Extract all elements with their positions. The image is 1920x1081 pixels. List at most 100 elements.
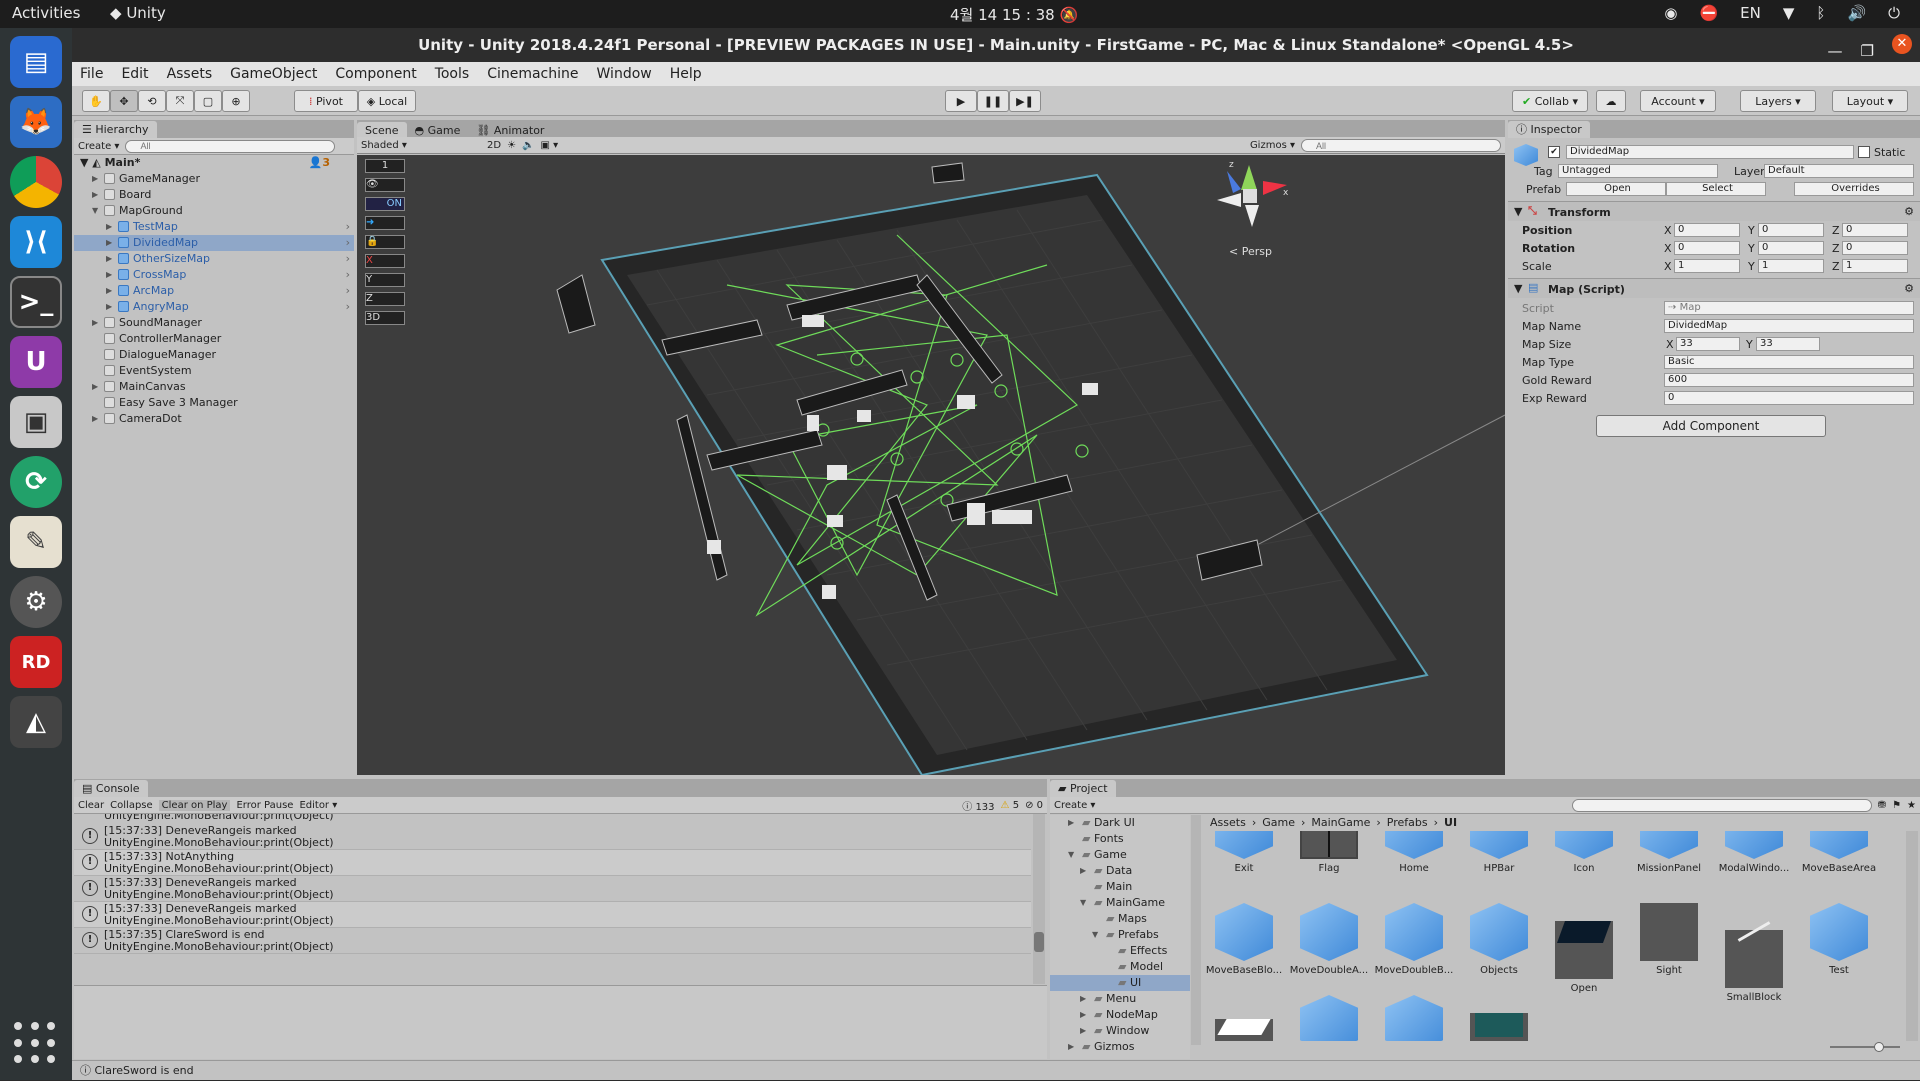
menu-window[interactable]: Window	[597, 66, 652, 82]
hierarchy-item[interactable]: ▶Board	[74, 187, 354, 203]
update-icon[interactable]: ⟳	[10, 456, 62, 508]
active-checkbox[interactable]: ✔	[1548, 146, 1560, 158]
scl-y-field[interactable]: 1	[1758, 259, 1824, 273]
warning-count[interactable]: ⚠ 5	[1001, 800, 1020, 811]
map-size-x-field[interactable]: 33	[1676, 337, 1740, 351]
asset-item[interactable]	[1374, 995, 1454, 1041]
breadcrumb-ui[interactable]: UI	[1444, 816, 1457, 830]
hierarchy-item[interactable]: ▶SoundManager	[74, 315, 354, 331]
project-folder[interactable]: ▶▰ Dark UI	[1050, 815, 1190, 831]
collapsed-arrow-icon[interactable]: ▶	[1080, 1007, 1090, 1023]
expanded-arrow-icon[interactable]: ▼	[1080, 895, 1090, 911]
effects-icon[interactable]: ▣ ▾	[540, 140, 558, 151]
toggle-2d-button[interactable]: 2D	[487, 140, 501, 151]
filter-icon[interactable]: ⛃	[1878, 800, 1886, 811]
component-settings-icon[interactable]: ⚙	[1904, 282, 1914, 295]
gold-reward-field[interactable]: 600	[1664, 373, 1914, 387]
screenshot-icon[interactable]: ▣	[10, 396, 62, 448]
close-icon[interactable]: ✕	[1892, 34, 1912, 54]
project-folder[interactable]: ▰ Effects	[1050, 943, 1190, 959]
error-pause-button[interactable]: Error Pause	[236, 800, 293, 811]
toggle-3d-button[interactable]: 3D	[365, 311, 405, 325]
y-axis-toggle[interactable]: Y	[365, 273, 405, 287]
asset-item[interactable]: SmallBlock	[1714, 903, 1794, 1003]
scene-search-input[interactable]	[1301, 139, 1501, 152]
breadcrumb-assets[interactable]: Assets	[1210, 816, 1246, 830]
rider-icon[interactable]: RD	[10, 636, 62, 688]
project-folder[interactable]: ▶▰ Window	[1050, 1023, 1190, 1039]
status-red-icon[interactable]: ⛔	[1699, 4, 1718, 22]
on-toggle[interactable]: ON	[365, 197, 405, 211]
console-log-row[interactable]: ![15:37:33] NotAnythingUnityEngine.MonoB…	[74, 850, 1031, 876]
collapsed-arrow-icon[interactable]: ▶	[92, 411, 102, 427]
console-log-row[interactable]: ![15:37:35] ClareSword is endUnityEngine…	[74, 928, 1031, 954]
shading-dropdown[interactable]: Shaded ▾	[361, 140, 481, 151]
collapsed-arrow-icon[interactable]: ▶	[92, 379, 102, 395]
menu-gameobject[interactable]: GameObject	[230, 66, 317, 82]
collapsed-arrow-icon[interactable]: ▶	[1080, 863, 1090, 879]
static-checkbox[interactable]	[1858, 146, 1870, 158]
clock[interactable]: 4월 14 15 : 38 🔕	[950, 4, 1078, 25]
visibility-icon[interactable]: 👁	[365, 178, 405, 192]
layer-dropdown[interactable]: Default	[1764, 164, 1914, 178]
clear-button[interactable]: Clear	[78, 800, 104, 811]
terminal-icon[interactable]: >_	[10, 276, 62, 328]
rotate-tool-icon[interactable]: ⟲	[138, 90, 166, 112]
asset-item[interactable]: Exit	[1204, 831, 1284, 874]
asset-item[interactable]	[1204, 995, 1284, 1041]
collapsed-arrow-icon[interactable]: ▶	[106, 299, 116, 315]
map-size-y-field[interactable]: 33	[1756, 337, 1820, 351]
exp-reward-field[interactable]: 0	[1664, 391, 1914, 405]
map-script-header[interactable]: ▼▤Map (Script)⚙	[1508, 278, 1920, 298]
asset-item[interactable]: MoveBaseBlo...	[1204, 903, 1284, 976]
component-settings-icon[interactable]: ⚙	[1904, 205, 1914, 218]
hierarchy-search-input[interactable]	[125, 140, 335, 153]
hierarchy-item[interactable]: ▼MapGround	[74, 203, 354, 219]
local-button[interactable]: ◈ Local	[358, 90, 416, 112]
persp-label[interactable]: < Persp	[1229, 245, 1272, 258]
collapsed-arrow-icon[interactable]: ▶	[92, 171, 102, 187]
project-folder[interactable]: ▼▰ Game	[1050, 847, 1190, 863]
collapsed-arrow-icon[interactable]: ▶	[106, 267, 116, 283]
asset-item[interactable]: Open	[1544, 903, 1624, 994]
prefab-open-chevron-icon[interactable]: ›	[346, 235, 350, 251]
scene-root[interactable]: ▼ ◭ Main*👤3	[74, 155, 354, 171]
menu-edit[interactable]: Edit	[121, 66, 148, 82]
project-folder[interactable]: ▼▰ MainGame	[1050, 895, 1190, 911]
tab-project[interactable]: ▰ Project	[1050, 780, 1116, 797]
orientation-gizmo[interactable]: z x	[1217, 160, 1289, 227]
asset-item[interactable]: MissionPanel	[1629, 831, 1709, 874]
collapsed-arrow-icon[interactable]: ▶	[1080, 1023, 1090, 1039]
collapsed-arrow-icon[interactable]: ▶	[106, 251, 116, 267]
hand-tool-icon[interactable]: ✋	[82, 90, 110, 112]
transform-tool-icon[interactable]: ⊕	[222, 90, 250, 112]
project-folder[interactable]: ▰ Maps	[1050, 911, 1190, 927]
project-folder[interactable]: ▶▰ Data	[1050, 863, 1190, 879]
object-name-field[interactable]: DividedMap	[1566, 145, 1854, 159]
error-count[interactable]: ⊘ 0	[1025, 800, 1043, 811]
editor-dropdown[interactable]: Editor ▾	[299, 800, 337, 811]
hierarchy-item[interactable]: ▶MainCanvas	[74, 379, 354, 395]
tab-hierarchy[interactable]: ☰ Hierarchy	[74, 121, 157, 138]
collapsed-arrow-icon[interactable]: ▶	[1068, 815, 1078, 831]
asset-item[interactable]: Flag	[1289, 831, 1369, 874]
power-icon[interactable]: ⏻	[1888, 4, 1900, 22]
project-folder[interactable]: ▰ UI	[1050, 975, 1190, 991]
map-name-field[interactable]: DividedMap	[1664, 319, 1914, 333]
expanded-arrow-icon[interactable]: ▼	[1092, 927, 1102, 943]
asset-item[interactable]: Sight	[1629, 903, 1709, 976]
hierarchy-item[interactable]: EventSystem	[74, 363, 354, 379]
collapsed-arrow-icon[interactable]: ▶	[106, 235, 116, 251]
tree-scrollbar[interactable]	[1191, 815, 1201, 1045]
expanded-arrow-icon[interactable]: ▼	[1068, 847, 1078, 863]
prefab-open-chevron-icon[interactable]: ›	[346, 299, 350, 315]
tab-console[interactable]: ▤ Console	[74, 780, 148, 797]
move-tool-icon[interactable]: ✥	[110, 90, 138, 112]
asset-scrollbar[interactable]	[1906, 831, 1918, 1041]
cloud-icon[interactable]: ☁	[1596, 90, 1626, 112]
collapsed-arrow-icon[interactable]: ▶	[1068, 1039, 1078, 1055]
play-button[interactable]: ▶	[945, 90, 977, 112]
map-type-dropdown[interactable]: Basic	[1664, 355, 1914, 369]
project-create-dropdown[interactable]: Create ▾	[1054, 800, 1095, 811]
collapsed-arrow-icon[interactable]: ▶	[92, 315, 102, 331]
